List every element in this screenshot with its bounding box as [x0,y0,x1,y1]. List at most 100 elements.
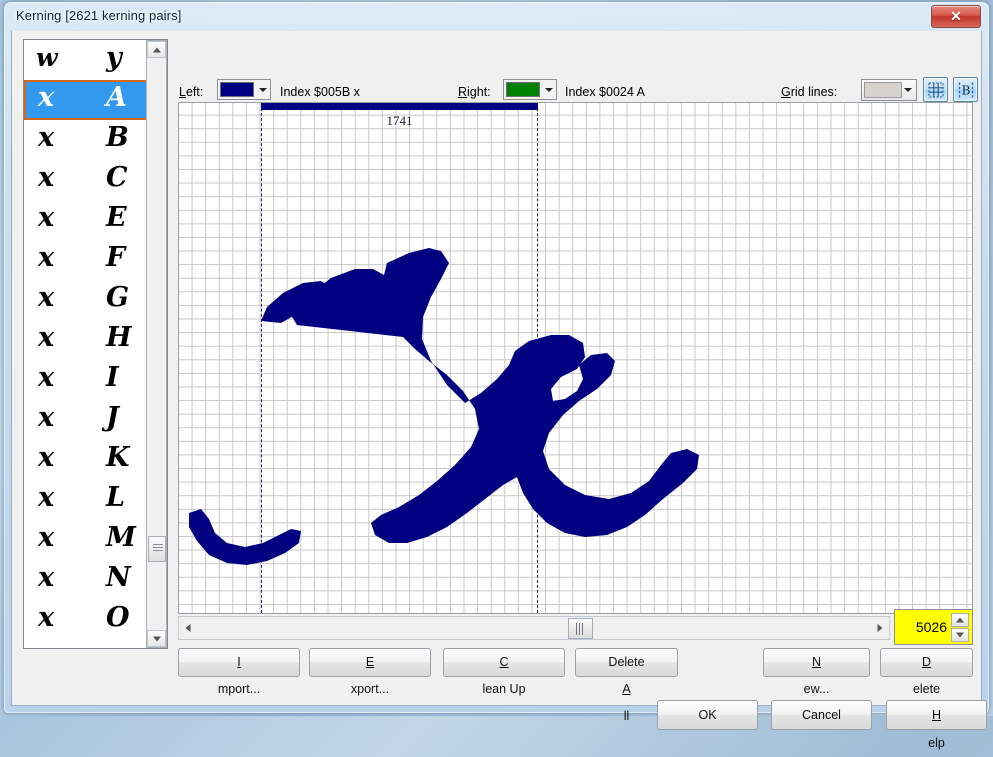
kerning-dialog-window: Kerning [2621 kerning pairs] ✕ Left: Ind… [4,2,989,750]
right-index-text: Index $0024 A [565,85,645,99]
kerning-pair-row[interactable]: xM [24,520,149,560]
import-button[interactable]: Import... [178,648,300,696]
left-color-combo[interactable] [217,79,271,100]
pair-left-glyph: x [38,602,55,633]
pair-right-glyph: J [106,402,119,433]
pair-right-glyph: I [106,362,119,393]
kerning-pair-row[interactable]: xE [24,200,149,240]
kerning-pair-row[interactable]: xI [24,360,149,400]
grip-icon [576,623,587,635]
kerning-pair-row[interactable]: xN [24,560,149,600]
new-button-label: New... [803,655,830,696]
help-button-label: Help [928,708,945,750]
kerning-pair-row[interactable]: xK [24,440,149,480]
pair-right-glyph: A [106,82,127,113]
left-glyph-label: Left: [179,85,204,99]
pair-left-glyph: x [38,522,55,553]
pair-left-glyph: x [38,122,55,153]
gridlines-label: Grid lines: [781,85,838,99]
pair-left-glyph: w [36,43,58,72]
pair-right-glyph: E [106,202,127,233]
grid-icon [928,82,943,97]
pair-left-glyph: x [38,482,55,513]
chevron-down-icon [545,87,553,92]
right-color-swatch [506,82,540,97]
kerning-pair-row[interactable]: xL [24,480,149,520]
import-button-label: Import... [217,655,261,696]
export-button[interactable]: Export... [309,648,431,696]
pair-list-scrollbar[interactable] [146,40,167,648]
triangle-up-icon [152,47,161,52]
pair-left-glyph: x [38,322,55,353]
sidebearing-icon: B [958,82,973,97]
gridlines-color-swatch [864,82,902,98]
pair-left-glyph: x [38,562,55,593]
pair-left-glyph: x [38,82,55,113]
pair-right-glyph: N [106,562,131,593]
pair-left-glyph: x [38,162,55,193]
right-color-combo[interactable] [503,79,557,100]
scroll-up-button[interactable] [147,41,166,58]
kerning-preview-canvas[interactable]: 1741 [178,102,973,614]
kerning-pair-row[interactable]: xC [24,160,149,200]
dialog-client-area: Left: Index $005B x Right: Index $0024 A… [11,31,987,750]
kerning-pair-row[interactable]: xO [24,600,149,640]
clean-up-button[interactable]: Clean Up [443,648,565,696]
cancel-button-label: Cancel [802,708,841,722]
scroll-down-button[interactable] [147,630,166,647]
toggle-grid-button[interactable] [923,77,948,102]
pair-right-glyph: F [106,242,126,273]
triangle-left-icon [185,624,191,632]
pair-right-glyph: L [106,482,125,513]
triangle-right-icon [877,624,883,632]
kern-value-input[interactable]: 5026 [899,619,947,635]
export-button-label: Export... [350,655,390,696]
pair-left-glyph: x [38,442,55,473]
horizontal-scroll-thumb[interactable] [568,618,593,639]
delete-button-label: Delete [912,655,941,696]
delete-button[interactable]: Delete [880,648,973,696]
pair-left-glyph: x [38,282,55,313]
left-index-text: Index $005B x [280,85,360,99]
pair-right-glyph: C [106,162,128,193]
scroll-left-button[interactable] [179,617,197,639]
kerning-pair-row[interactable]: xA [24,80,149,120]
pair-right-glyph: B [106,122,129,153]
spinner-decrement-button[interactable] [951,628,969,642]
pair-right-glyph: y [106,42,122,73]
right-glyph-label: Right: [458,85,491,99]
kerning-pair-row[interactable]: xH [24,320,149,360]
pair-left-glyph: x [38,402,55,433]
new-button[interactable]: New... [763,648,870,696]
kerning-pair-row[interactable]: xF [24,240,149,280]
left-color-swatch [220,82,254,97]
gridlines-color-combo[interactable] [861,79,917,101]
scroll-thumb[interactable] [148,536,166,562]
pair-right-glyph: K [106,442,130,473]
spinner-increment-button[interactable] [951,613,969,627]
scroll-right-button[interactable] [871,617,889,639]
title-bar: Kerning [2621 kerning pairs] ✕ [4,2,989,31]
kern-value-spinner[interactable]: 5026 [894,609,973,645]
kerning-pair-row[interactable]: xJ [24,400,149,440]
triangle-down-icon [152,636,161,641]
chevron-down-icon [904,88,912,92]
close-icon: ✕ [950,8,962,24]
glyph-outline [189,248,699,565]
kerning-pair-row[interactable]: xG [24,280,149,320]
ok-button[interactable]: OK [657,700,758,730]
triangle-down-icon [956,632,964,638]
toggle-sidebearings-button[interactable]: B [953,77,978,102]
delete-all-button[interactable]: Delete All [575,648,678,723]
kerning-pair-row[interactable]: xB [24,120,149,160]
glyph-path-tail [189,509,301,565]
canvas-horizontal-scrollbar[interactable] [178,616,890,640]
grip-icon [153,544,163,555]
triangle-up-icon [956,617,964,623]
help-button[interactable]: Help [886,700,987,750]
kerning-pair-row[interactable]: wy [24,40,149,80]
cancel-button[interactable]: Cancel [771,700,872,730]
pair-right-glyph: M [106,522,136,553]
pair-right-glyph: G [106,282,130,313]
close-button[interactable]: ✕ [931,5,981,28]
